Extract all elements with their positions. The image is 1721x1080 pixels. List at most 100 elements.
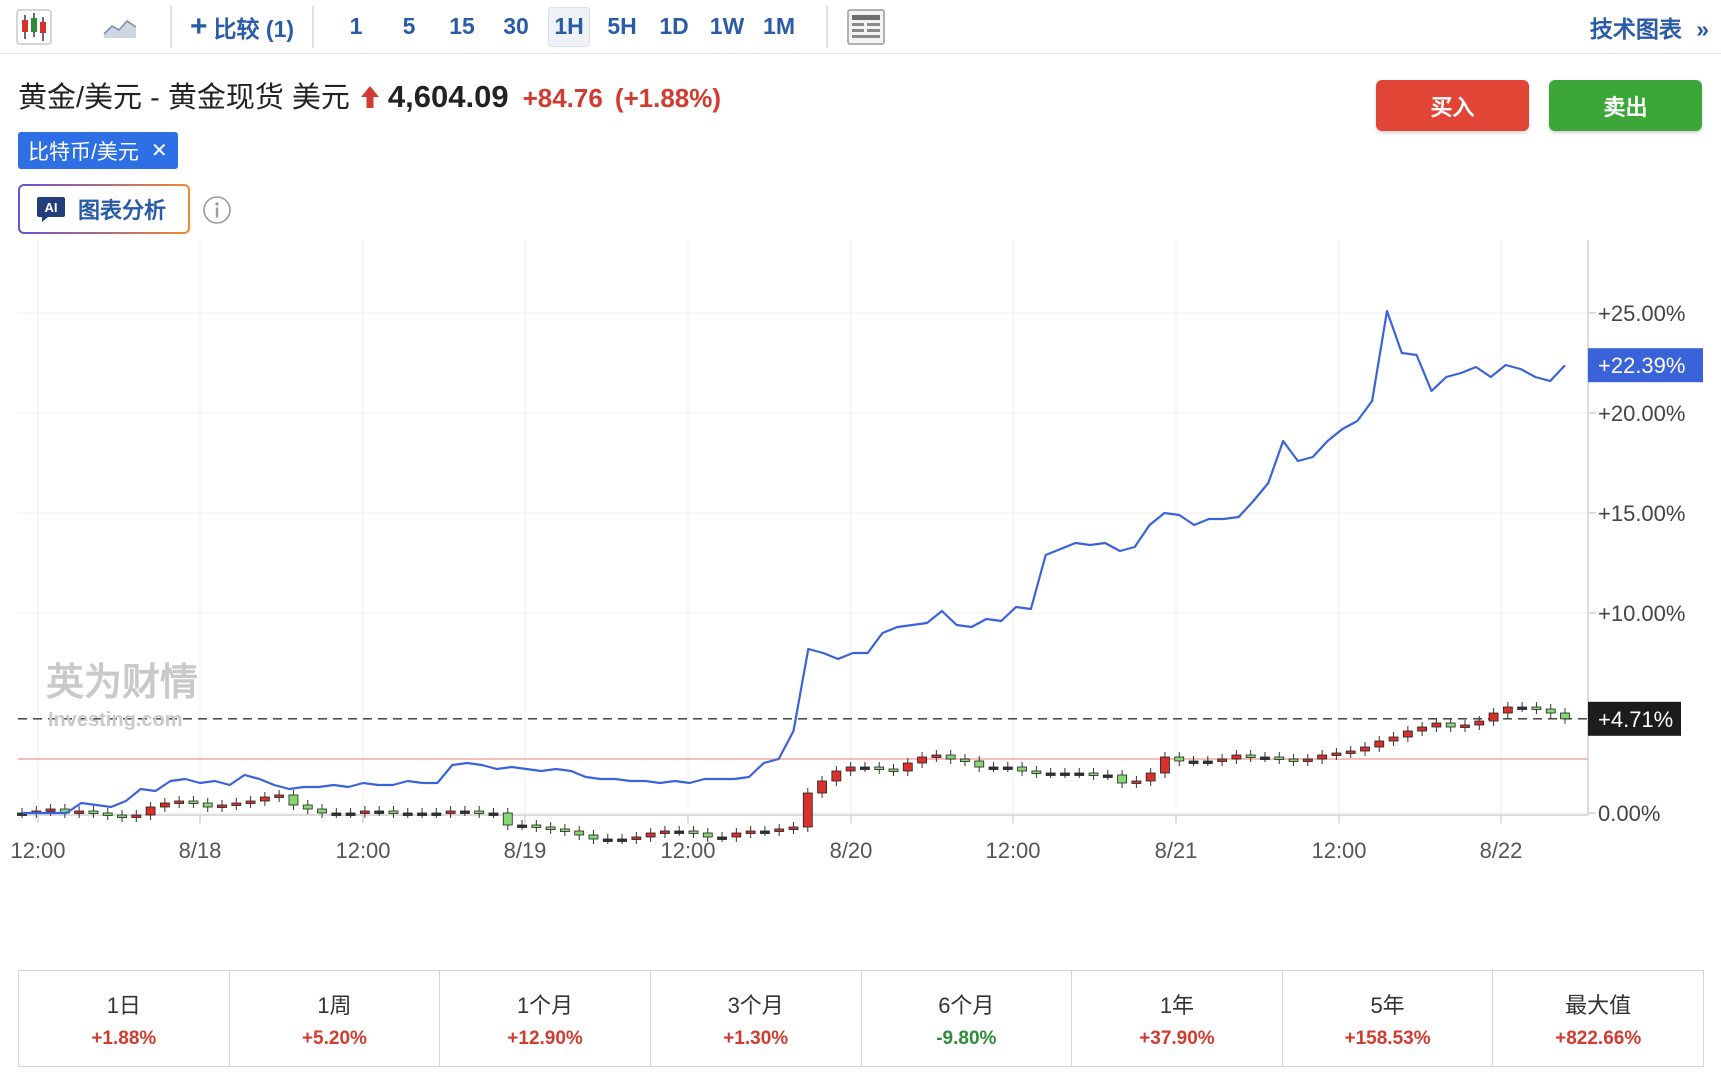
- interval-button-1[interactable]: 1: [342, 7, 370, 47]
- candle-body: [845, 766, 856, 772]
- plus-icon: +: [190, 9, 208, 43]
- x-tick-label: 8/19: [504, 838, 547, 863]
- candle-body: [531, 824, 542, 828]
- btc-last-value-label: +22.39%: [1598, 353, 1685, 378]
- period-value: +5.20%: [301, 1027, 367, 1049]
- candle-body: [1045, 772, 1056, 776]
- candle-body: [331, 812, 342, 816]
- interval-button-1m[interactable]: 1M: [758, 7, 800, 47]
- candle-body: [1531, 706, 1542, 710]
- candle-body: [945, 754, 956, 760]
- interval-button-5[interactable]: 5: [396, 7, 422, 47]
- area-chart-icon[interactable]: [100, 7, 140, 47]
- candle-body: [274, 794, 285, 798]
- candle-body: [1131, 780, 1142, 784]
- period-label: 3个月: [727, 992, 784, 1018]
- candle-body: [1260, 756, 1270, 760]
- gold-candlestick-series: [17, 702, 1570, 844]
- toolbar-divider: [312, 5, 315, 48]
- interval-button-1d[interactable]: 1D: [654, 7, 694, 47]
- interval-button-1w[interactable]: 1W: [706, 7, 748, 47]
- interval-button-30[interactable]: 30: [498, 7, 534, 47]
- period-value: +822.66%: [1555, 1027, 1642, 1049]
- period-3m[interactable]: 3个月 +1.30%: [651, 971, 862, 1066]
- y-tick-label: +20.00%: [1598, 401, 1685, 426]
- candle-body: [288, 794, 299, 806]
- period-1w[interactable]: 1周 +5.20%: [230, 971, 441, 1066]
- candle-body: [960, 758, 970, 762]
- sell-button[interactable]: 卖出: [1549, 80, 1702, 131]
- y-tick-label: +25.00%: [1598, 301, 1685, 326]
- x-tick-label: 12:00: [985, 838, 1040, 863]
- candle-body: [1360, 746, 1370, 752]
- compare-button-label: 比较 (1): [213, 15, 295, 42]
- candle-body: [1345, 750, 1356, 754]
- candle-body: [1202, 760, 1213, 764]
- candle-body: [645, 832, 656, 838]
- candle-body: [431, 812, 442, 816]
- period-value: -9.80%: [936, 1027, 997, 1049]
- period-6m[interactable]: 6个月 -9.80%: [862, 971, 1073, 1066]
- y-axis: +25.00% +20.00% +15.00% +10.00% 0.00% +22.39%…: [1588, 301, 1703, 826]
- candle-body: [1117, 774, 1128, 784]
- buy-button[interactable]: 买入: [1376, 80, 1529, 131]
- candle-body: [1074, 772, 1085, 776]
- candle-body: [359, 810, 370, 814]
- period-label: 最大值: [1565, 992, 1632, 1018]
- ai-chart-analysis-button[interactable]: AI 图表分析: [18, 184, 190, 234]
- period-1d[interactable]: 1日 +1.88%: [19, 971, 230, 1066]
- candle-body: [1245, 754, 1256, 758]
- x-tick-label: 8/21: [1155, 838, 1198, 863]
- candle-body: [1388, 736, 1399, 742]
- period-max[interactable]: 最大值 +822.66%: [1493, 971, 1703, 1066]
- candle-body: [459, 810, 470, 814]
- candle-body: [674, 830, 685, 834]
- price-chart[interactable]: 英为财情 Investing.com +25.00% +20.00% +15.00%…: [0, 240, 1721, 950]
- candle-body: [174, 800, 185, 804]
- interval-button-15[interactable]: 15: [444, 7, 480, 47]
- candle-body: [602, 838, 613, 842]
- candle-body: [502, 812, 513, 826]
- candle-body: [760, 830, 770, 834]
- period-label: 1日: [106, 992, 141, 1018]
- arrow-up-icon: [360, 86, 379, 108]
- tech-chart-link[interactable]: 技术图表 »: [1590, 10, 1709, 44]
- period-1m[interactable]: 1个月 +12.90%: [440, 971, 651, 1066]
- candle-body: [345, 812, 356, 816]
- layout-icon[interactable]: [846, 7, 886, 47]
- compare-button[interactable]: + 比较 (1): [190, 7, 294, 47]
- candle-body: [1088, 772, 1099, 776]
- info-icon[interactable]: [202, 195, 232, 225]
- candle-body: [1331, 752, 1342, 756]
- interval-button-5h[interactable]: 5H: [602, 7, 642, 47]
- period-5y[interactable]: 5年 +158.53%: [1283, 971, 1494, 1066]
- double-chevron-right-icon: »: [1696, 16, 1709, 42]
- compare-chip: 比特币/美元 ✕: [18, 132, 178, 169]
- period-label: 1年: [1159, 992, 1195, 1018]
- candle-body: [231, 802, 242, 806]
- candle-body: [974, 760, 985, 768]
- candle-body: [802, 792, 813, 828]
- candle-body: [988, 766, 999, 770]
- period-1y[interactable]: 1年 +37.90%: [1072, 971, 1283, 1066]
- y-tick-label: +10.00%: [1598, 601, 1685, 626]
- candle-body: [574, 830, 585, 836]
- candle-body: [488, 812, 499, 816]
- candlestick-chart-icon[interactable]: [14, 7, 54, 47]
- candle-body: [860, 766, 870, 770]
- close-icon[interactable]: ✕: [151, 141, 168, 161]
- x-tick-label: 8/20: [830, 838, 873, 863]
- candle-body: [1460, 724, 1470, 728]
- candle-body: [1374, 740, 1385, 748]
- candle-body: [402, 812, 413, 816]
- candle-body: [517, 824, 527, 828]
- interval-button-1h[interactable]: 1H: [548, 6, 591, 47]
- candle-body: [1517, 706, 1528, 710]
- candle-body: [417, 812, 427, 816]
- toolbar-divider: [826, 5, 829, 48]
- watermark-main: 英为财情: [46, 660, 198, 704]
- candle-body: [617, 838, 627, 842]
- btc-line: [22, 309, 1566, 815]
- toolbar-divider: [170, 5, 172, 48]
- candle-body: [1445, 722, 1456, 728]
